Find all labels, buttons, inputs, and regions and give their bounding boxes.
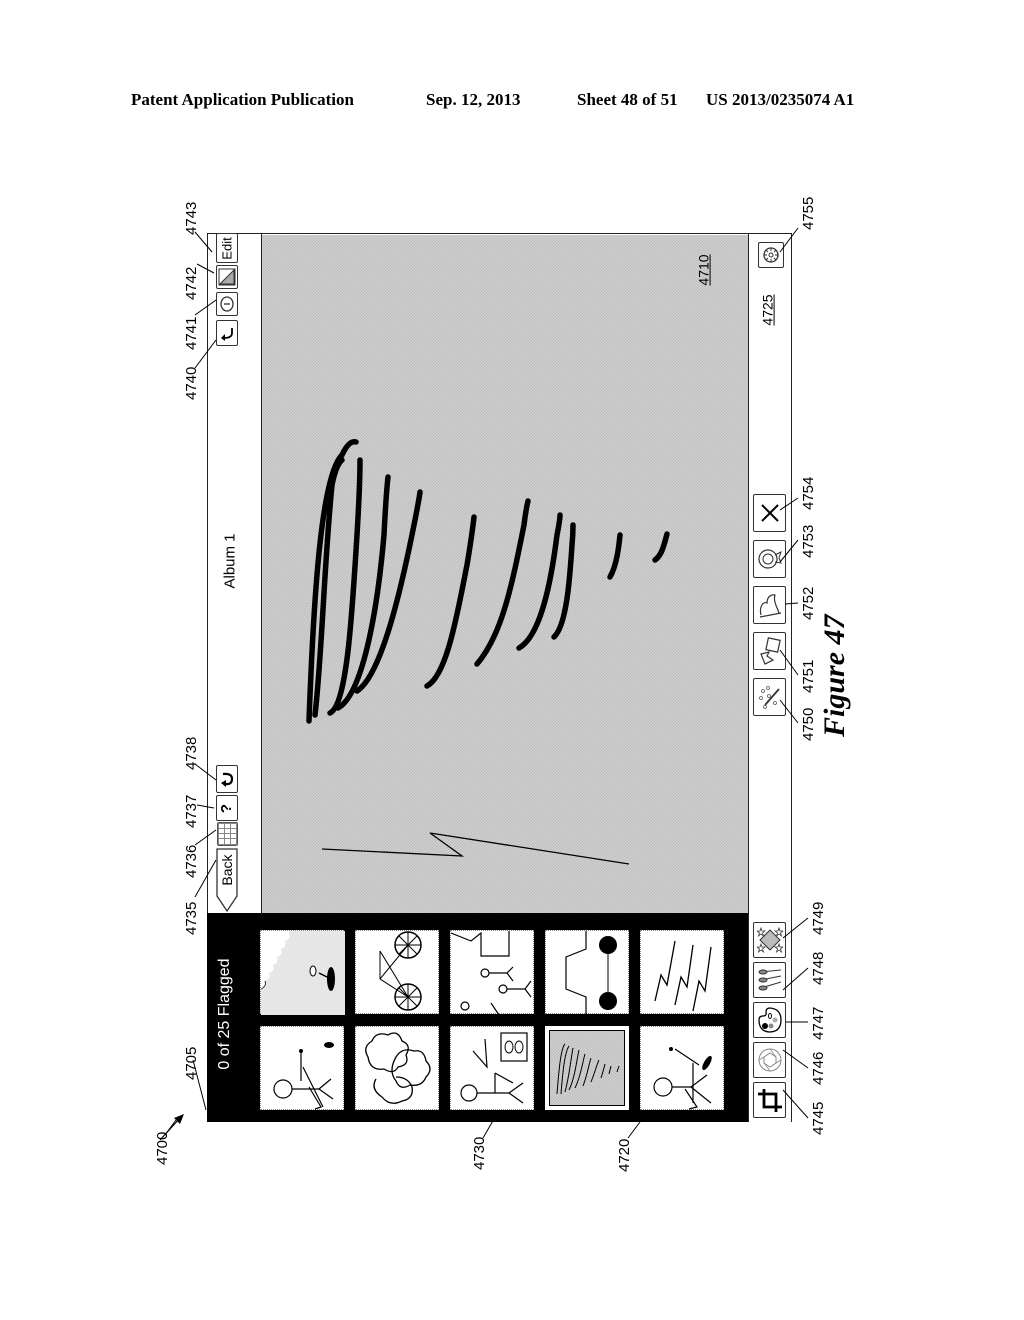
rotate-icon [759,637,781,665]
reject-x-icon [760,504,779,522]
back-button-label: Back [219,854,235,886]
edit-button[interactable]: Edit [216,233,238,263]
thumbnail-scribble-selected[interactable] [544,1025,630,1111]
info-button[interactable] [216,292,238,316]
figure-caption: Figure 47 [818,614,851,737]
ref-4746: 4746 [810,1051,827,1085]
undo-icon [221,772,234,787]
thumbnail-image [654,940,712,1012]
ref-4736: 4736 [183,844,200,878]
ref-4743: 4743 [183,201,200,235]
thumbnail-person-frame[interactable] [450,1026,534,1110]
canvas-ref-label: 4710 [695,254,712,286]
ref-4750: 4750 [800,707,817,741]
image-canvas[interactable] [262,235,748,913]
settings-gear-icon [763,247,779,263]
brushes-icon [758,969,781,991]
crop-icon [757,1089,782,1112]
grid-view-button[interactable] [217,822,238,846]
rotate-button[interactable] [753,632,786,670]
thumbnail-zigzags[interactable] [640,930,724,1014]
ref-4740: 4740 [183,366,200,400]
ref-4741: 4741 [183,316,200,350]
thumbnail-image [565,931,617,1015]
show-original-button[interactable] [216,265,238,289]
thumbnail-image [365,1032,431,1104]
show-original-icon [218,268,236,286]
ref-4720: 4720 [616,1138,633,1172]
thumbnail-person-umbrella[interactable] [260,930,345,1015]
back-button[interactable]: Back [216,848,238,912]
thumbnail-image [451,931,532,1015]
help-button-label: ? [218,803,236,813]
ref-4753: 4753 [800,524,817,558]
ref-4754: 4754 [800,476,817,510]
thumbnail-family[interactable] [450,930,534,1015]
ref-4747: 4747 [810,1006,827,1040]
color-palette-icon [757,1007,782,1033]
publication-label: Patent Application Publication [131,90,354,109]
crop-button[interactable] [753,1082,786,1118]
thumbnail-image [460,1032,528,1104]
auto-enhance-wand-icon [758,686,780,709]
thumbnail-bicycle[interactable] [355,930,439,1014]
help-button[interactable]: ? [216,795,238,821]
flag-icon [759,594,781,618]
favorite-ribbon-icon [757,549,782,569]
auto-enhance-button[interactable] [753,678,786,716]
publication-date: Sep. 12, 2013 [426,90,521,109]
effects-icon [756,926,783,954]
ref-4737: 4737 [183,794,200,828]
ref-4735: 4735 [183,901,200,935]
exposure-button[interactable] [753,1042,786,1078]
bottom-bar-ref-label: 4725 [759,294,776,326]
thumbnail-image [273,1042,334,1110]
ref-4742: 4742 [183,266,200,300]
ref-4730: 4730 [471,1136,488,1170]
ref-4755: 4755 [800,196,817,230]
ref-4705: 4705 [183,1046,200,1080]
info-icon [220,296,234,312]
thumbnail-clouds[interactable] [355,1026,439,1110]
thumbnail-stick-figure-paddle[interactable] [640,1026,724,1110]
thumbnail-image [556,1043,620,1095]
ref-4749: 4749 [810,901,827,935]
grid-view-icon [218,823,237,845]
patent-number: US 2013/0235074 A1 [706,90,855,109]
flag-status: 0 of 25 Flagged [216,958,233,1070]
share-icon [221,328,233,341]
thumbnail-image [261,931,345,1015]
exposure-aperture-icon [758,1048,781,1072]
ref-4752: 4752 [800,586,817,620]
sheet-number: Sheet 48 of 51 [577,90,678,109]
thumbnail-image [653,1047,712,1110]
effects-button[interactable] [753,922,786,958]
settings-button[interactable] [758,242,784,268]
edited-image-scribble [306,439,670,865]
color-button[interactable] [753,1002,786,1038]
ref-4700: 4700 [154,1131,171,1165]
ref-4751: 4751 [800,659,817,693]
flag-button[interactable] [753,586,786,624]
thumbnail-car[interactable] [545,930,629,1015]
ref-4738: 4738 [183,736,200,770]
reject-button[interactable] [753,494,786,532]
ref-4745: 4745 [810,1101,827,1135]
album-title: Album 1 [221,533,239,589]
share-button[interactable] [216,320,238,346]
favorite-button[interactable] [753,540,786,578]
thumbnail-image [379,931,422,1011]
ref-4748: 4748 [810,951,827,985]
edit-button-label: Edit [219,236,235,260]
thumbnail-stick-figure-signpost[interactable] [260,1026,344,1110]
brushes-button[interactable] [753,962,786,998]
undo-button[interactable] [216,765,238,793]
